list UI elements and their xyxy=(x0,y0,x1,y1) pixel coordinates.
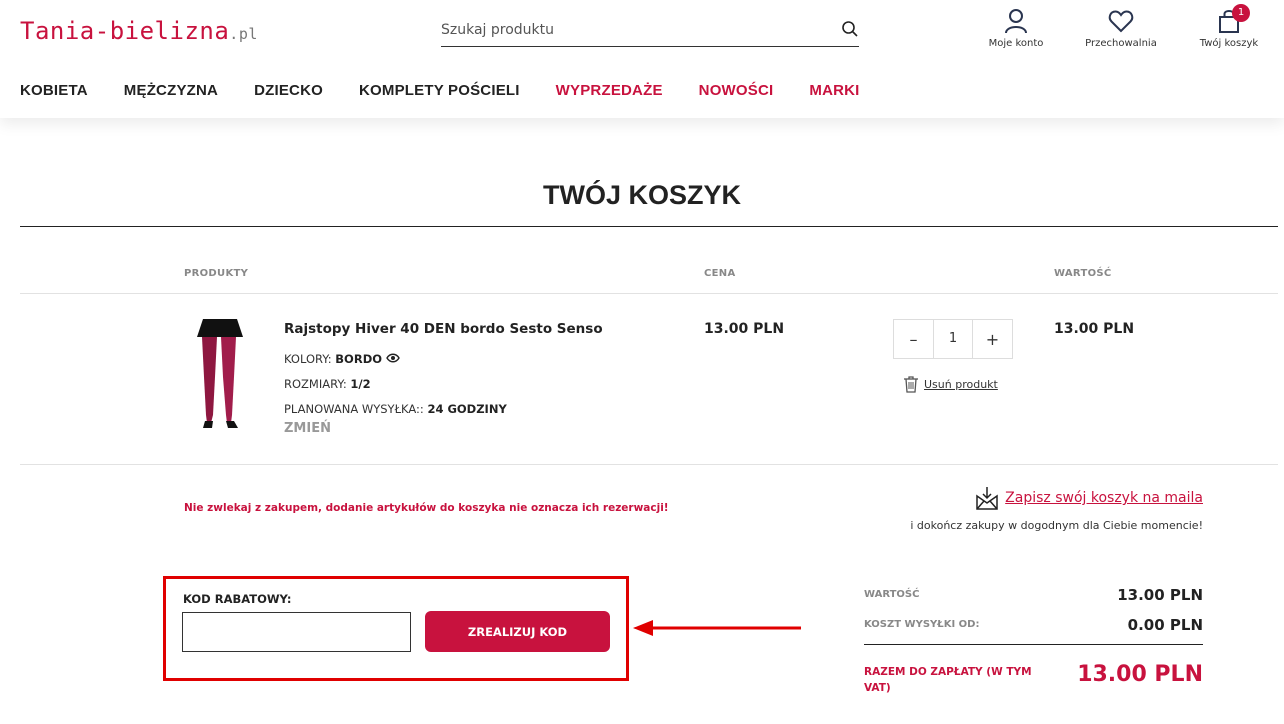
wishlist-label: Przechowalnia xyxy=(1085,38,1157,49)
decrease-quantity-button[interactable]: – xyxy=(894,320,933,358)
trash-icon xyxy=(904,376,918,393)
column-header-value: WARTOŚĆ xyxy=(1054,268,1112,279)
nav-item-komplety-poscieli[interactable]: KOMPLETY POŚCIELI xyxy=(359,82,520,99)
search-bar xyxy=(441,14,859,47)
cart-link[interactable]: 1 Twój koszyk xyxy=(1196,4,1262,49)
product-name[interactable]: Rajstopy Hiver 40 DEN bordo Sesto Senso xyxy=(284,321,603,337)
reservation-notice: Nie zwlekaj z zakupem, dodanie artykułów… xyxy=(184,502,669,514)
logo-tld: .pl xyxy=(229,25,258,43)
eye-icon[interactable] xyxy=(385,353,400,363)
product-color: KOLORY: BORDO xyxy=(284,352,400,366)
table-header-divider xyxy=(20,293,1278,294)
save-cart-block: Zapisz swój koszyk na maila i dokończ za… xyxy=(910,486,1203,532)
product-image[interactable] xyxy=(190,315,248,433)
nav-item-nowosci[interactable]: NOWOŚCI xyxy=(699,82,774,99)
nav-item-dziecko[interactable]: DZIECKO xyxy=(254,82,323,99)
logo-text: Tania-bielizna xyxy=(20,17,230,45)
shipping-value: 24 GODZINY xyxy=(427,402,507,416)
user-icon xyxy=(1005,9,1027,34)
summary-shipping-label: KOSZT WYSYŁKI OD: xyxy=(864,619,980,630)
annotation-arrow-icon xyxy=(633,620,801,636)
change-link[interactable]: ZMIEŃ xyxy=(284,421,331,436)
product-shipping: PLANOWANA WYSYŁKA:: 24 GODZINY xyxy=(284,402,507,416)
save-cart-link-text: Zapisz swój koszyk na maila xyxy=(1005,490,1203,506)
coupon-code-input[interactable] xyxy=(182,612,411,652)
save-cart-link[interactable]: Zapisz swój koszyk na maila xyxy=(975,486,1203,510)
product-size: ROZMIARY: 1/2 xyxy=(284,377,371,391)
site-header: Tania-bielizna.pl Moje konto Przechowaln… xyxy=(0,0,1284,118)
main-nav: KOBIETA MĘŻCZYZNA DZIECKO KOMPLETY POŚCI… xyxy=(20,82,860,99)
quantity-stepper: – 1 + xyxy=(893,319,1013,359)
wishlist-link[interactable]: Przechowalnia xyxy=(1082,8,1160,49)
account-link[interactable]: Moje konto xyxy=(986,8,1046,49)
page-title: TWÓJ KOSZYK xyxy=(542,180,741,210)
quantity-value[interactable]: 1 xyxy=(933,320,973,358)
cart-count-badge: 1 xyxy=(1232,4,1250,22)
search-icon[interactable] xyxy=(841,20,859,38)
logo[interactable]: Tania-bielizna.pl xyxy=(20,17,258,45)
summary-total-label: RAZEM DO ZAPŁATY (W TYM VAT) xyxy=(864,666,1032,694)
shipping-label: PLANOWANA WYSYŁKA:: xyxy=(284,402,424,416)
mail-download-icon xyxy=(976,487,998,510)
nav-item-kobieta[interactable]: KOBIETA xyxy=(20,82,88,99)
account-label: Moje konto xyxy=(988,38,1044,49)
nav-item-marki[interactable]: MARKI xyxy=(809,82,859,99)
increase-quantity-button[interactable]: + xyxy=(973,320,1012,358)
nav-item-wyprzedaze[interactable]: WYPRZEDAŻE xyxy=(556,82,663,99)
product-row-divider xyxy=(20,464,1278,465)
summary-total: 13.00 PLN xyxy=(1077,662,1203,687)
remove-product-button[interactable]: Usuń produkt xyxy=(903,375,998,393)
coupon-label: KOD RABATOWY: xyxy=(183,592,292,606)
color-label: KOLORY: xyxy=(284,352,332,366)
redeem-code-button[interactable]: ZREALIZUJ KOD xyxy=(425,611,610,652)
nav-item-mezczyzna[interactable]: MĘŻCZYZNA xyxy=(124,82,218,99)
column-header-products: PRODUKTY xyxy=(184,268,249,279)
remove-product-label: Usuń produkt xyxy=(924,377,998,391)
search-input[interactable] xyxy=(441,18,821,42)
summary-shipping: 0.00 PLN xyxy=(1127,616,1203,634)
column-header-price: CENA xyxy=(704,268,736,279)
title-divider xyxy=(20,226,1278,227)
size-value: 1/2 xyxy=(350,377,371,391)
summary-value-label: WARTOŚĆ xyxy=(864,589,920,600)
product-price: 13.00 PLN xyxy=(704,321,785,337)
cart-label: Twój koszyk xyxy=(1199,38,1259,49)
save-cart-subtext: i dokończ zakupy w dogodnym dla Ciebie m… xyxy=(910,519,1203,532)
size-label: ROZMIARY: xyxy=(284,377,347,391)
heart-icon xyxy=(1108,10,1134,33)
summary-value: 13.00 PLN xyxy=(1117,586,1203,604)
color-value: BORDO xyxy=(335,352,383,366)
summary-divider xyxy=(864,644,1203,645)
product-value: 13.00 PLN xyxy=(1054,321,1135,337)
